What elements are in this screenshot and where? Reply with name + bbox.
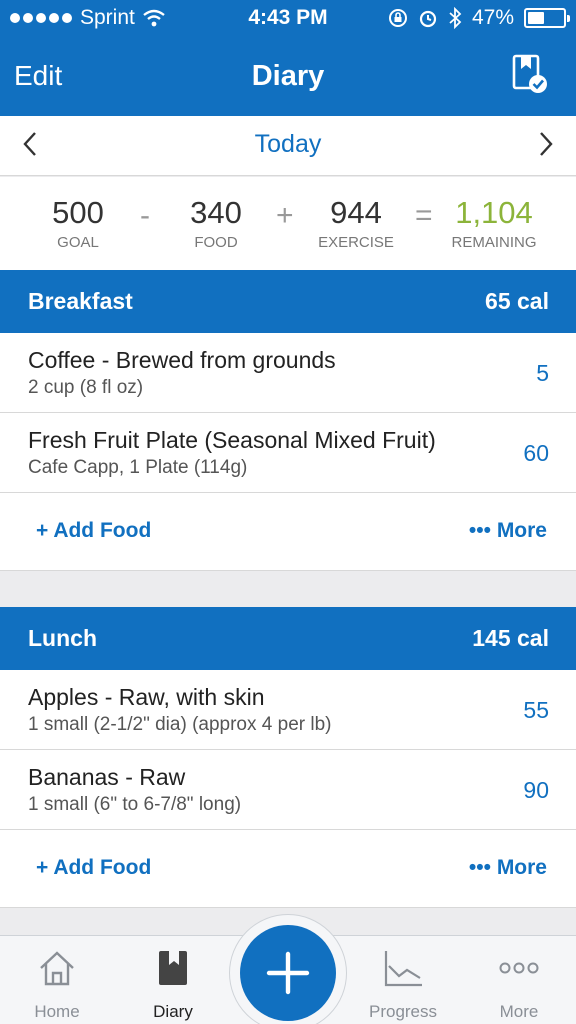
goal-value: 500 (52, 195, 104, 230)
date-label[interactable]: Today (0, 130, 576, 159)
food-entry[interactable]: Coffee - Brewed from grounds 2 cup (8 fl… (0, 333, 576, 413)
tab-label: More (499, 1002, 539, 1021)
exercise-value: 944 (330, 195, 382, 230)
food-name: Apples - Raw, with skin (28, 684, 265, 710)
meal-calories: 145 cal (472, 625, 549, 651)
meal-name: Breakfast (28, 288, 133, 314)
goal-label: GOAL (57, 234, 99, 251)
battery-icon (524, 8, 570, 28)
diary-icon (159, 951, 187, 985)
orientation-lock-icon (388, 9, 407, 27)
tab-home[interactable]: Home (2, 936, 112, 1024)
food-serving: Cafe Capp, 1 Plate (114g) (28, 457, 248, 478)
food-entry[interactable]: Fresh Fruit Plate (Seasonal Mixed Fruit)… (0, 413, 576, 493)
food-entry[interactable]: Apples - Raw, with skin 1 small (2-1/2" … (0, 670, 576, 750)
add-food-button[interactable]: + Add Food (36, 519, 151, 543)
header: Sprint 4:43 PM 47% Edit Diary (0, 0, 576, 116)
food-name: Fresh Fruit Plate (Seasonal Mixed Fruit) (28, 427, 436, 453)
more-dots-icon (499, 962, 539, 974)
battery-fill (528, 12, 544, 24)
food-entry[interactable]: Bananas - Raw 1 small (6" to 6-7/8" long… (0, 750, 576, 830)
meal-actions-breakfast: + Add Food ••• More (0, 493, 576, 571)
battery-percent: 47% (471, 6, 514, 29)
tab-label: Progress (368, 1002, 438, 1021)
date-navigator: Today (0, 116, 576, 176)
plus-icon (266, 951, 310, 995)
remaining-label: REMAINING (451, 234, 537, 251)
food-name: Bananas - Raw (28, 764, 186, 790)
status-bar: Sprint 4:43 PM 47% (0, 0, 576, 38)
food-calories: 90 (523, 777, 549, 803)
add-food-button[interactable]: + Add Food (36, 856, 151, 880)
food-calories: 55 (523, 697, 549, 723)
tab-diary[interactable]: Diary (118, 936, 228, 1024)
meal-header-breakfast[interactable]: Breakfast 65 cal (0, 270, 576, 333)
tab-more[interactable]: More (464, 936, 574, 1024)
more-button[interactable]: ••• More (469, 856, 547, 880)
food-serving: 1 small (2-1/2" dia) (approx 4 per lb) (28, 714, 332, 735)
meal-name: Lunch (28, 625, 97, 651)
more-button[interactable]: ••• More (469, 519, 547, 543)
food-calories: 60 (523, 440, 549, 466)
quick-add-button[interactable] (240, 925, 336, 1021)
food-serving: 1 small (6" to 6-7/8" long) (28, 794, 242, 815)
food-name: Coffee - Brewed from grounds (28, 347, 336, 373)
food-calories: 5 (536, 360, 549, 386)
meal-header-lunch[interactable]: Lunch 145 cal (0, 607, 576, 670)
chevron-right-icon[interactable] (538, 130, 554, 166)
page-title: Diary (251, 60, 325, 92)
food-value: 340 (190, 195, 242, 230)
home-icon (40, 951, 74, 986)
exercise-label: EXERCISE (318, 234, 394, 251)
calorie-summary: 500 GOAL - 340 FOOD + 944 EXERCISE = 1,1… (0, 177, 576, 270)
alarm-icon (419, 10, 437, 28)
progress-chart-icon (384, 951, 422, 987)
food-summary: 340 FOOD (176, 195, 256, 251)
goal-summary: 500 GOAL (38, 195, 118, 251)
food-serving: 2 cup (8 fl oz) (28, 377, 144, 398)
bluetooth-icon (449, 7, 462, 29)
remaining-summary: 1,104 REMAINING (444, 195, 544, 251)
tab-progress[interactable]: Progress (348, 936, 458, 1024)
food-label: FOOD (194, 234, 238, 251)
tab-label: Diary (153, 1002, 193, 1021)
meal-calories: 65 cal (485, 288, 549, 314)
plus-operator: + (276, 199, 294, 232)
tab-label: Home (34, 1002, 80, 1021)
remaining-value: 1,104 (455, 195, 533, 230)
exercise-summary: 944 EXERCISE (306, 195, 406, 251)
equals-operator: = (415, 199, 433, 232)
meal-actions-lunch: + Add Food ••• More (0, 830, 576, 908)
minus-operator: - (140, 199, 150, 232)
diary-complete-icon[interactable] (512, 54, 548, 94)
